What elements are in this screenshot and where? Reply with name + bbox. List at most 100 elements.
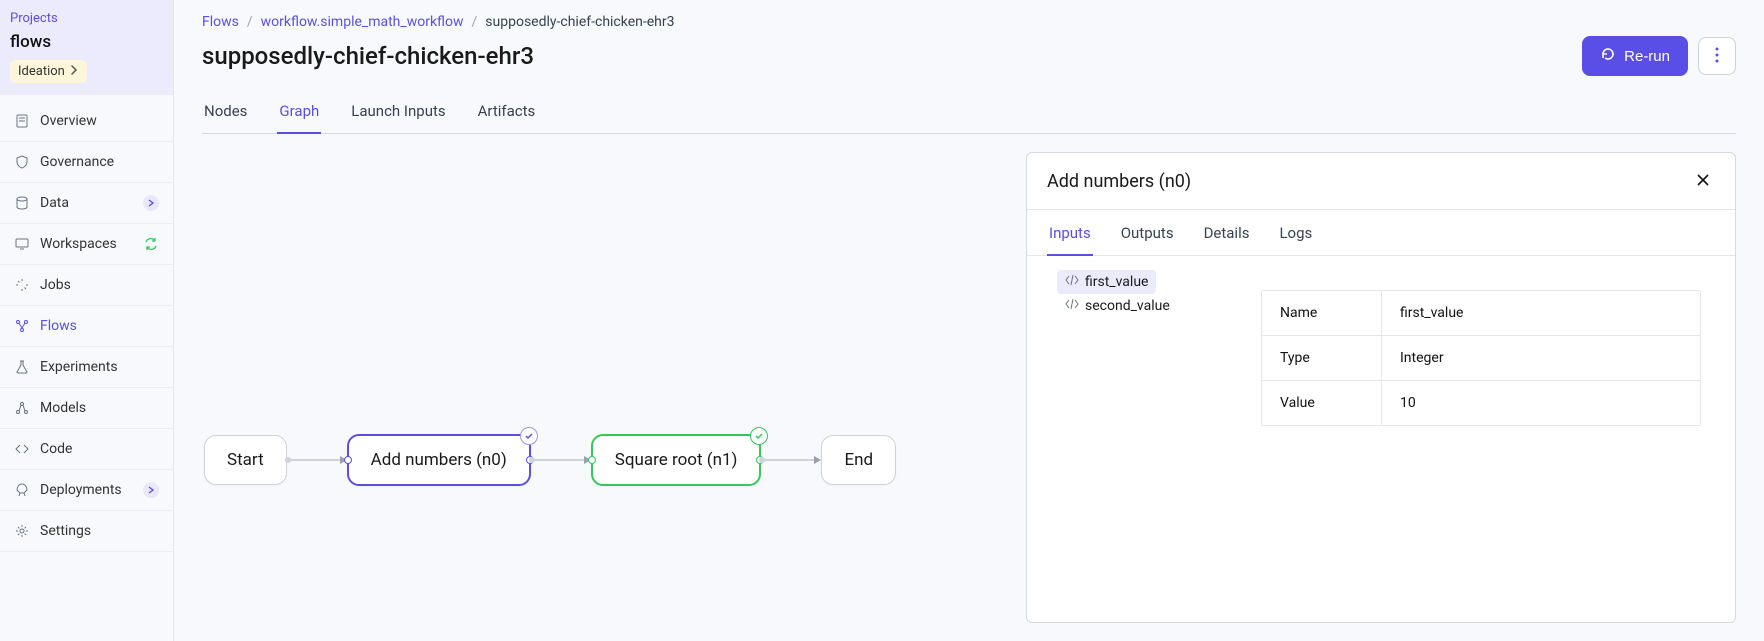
close-button[interactable] xyxy=(1691,169,1715,193)
prop-value: 10 xyxy=(1382,381,1700,425)
panel-tabs: Inputs Outputs Details Logs xyxy=(1027,210,1735,256)
port-in xyxy=(344,456,352,464)
code-icon xyxy=(14,441,30,457)
graph-node-square-root[interactable]: Square root (n1) xyxy=(591,434,762,486)
prop-row-value: Value 10 xyxy=(1262,381,1700,425)
sidebar-item-data[interactable]: Data xyxy=(0,183,173,224)
chevron-right-icon xyxy=(143,482,159,498)
sidebar-item-models[interactable]: Models xyxy=(0,388,173,429)
port-in xyxy=(588,456,596,464)
sidebar: Projects flows Ideation Overview Governa… xyxy=(0,0,174,641)
ideation-label: Ideation xyxy=(18,64,65,79)
prop-row-name: Name first_value xyxy=(1262,291,1700,336)
projects-link[interactable]: Projects xyxy=(10,11,58,26)
kebab-icon xyxy=(1715,47,1719,66)
tab-launch-inputs[interactable]: Launch Inputs xyxy=(349,92,447,133)
flask-icon xyxy=(14,359,30,375)
code-icon xyxy=(1065,298,1079,314)
more-actions-button[interactable] xyxy=(1698,37,1736,75)
panel-tab-details[interactable]: Details xyxy=(1202,210,1252,255)
breadcrumb-flows[interactable]: Flows xyxy=(202,14,239,30)
panel-tab-logs[interactable]: Logs xyxy=(1277,210,1314,255)
ideation-badge[interactable]: Ideation xyxy=(10,60,87,83)
sidebar-item-governance[interactable]: Governance xyxy=(0,142,173,183)
page-title: supposedly-chief-chicken-ehr3 xyxy=(202,42,1582,70)
main: Flows / workflow.simple_math_workflow / … xyxy=(174,0,1764,641)
sidebar-item-label: Overview xyxy=(40,113,159,129)
spinner-icon xyxy=(14,277,30,293)
project-name: flows xyxy=(10,32,163,52)
sidebar-item-label: Code xyxy=(40,441,159,457)
graph-canvas[interactable]: Start Add numbers (n0) Square root (n1) xyxy=(174,134,1026,641)
node-details-panel: Add numbers (n0) Inputs Outputs Details … xyxy=(1026,152,1736,623)
panel-tab-outputs[interactable]: Outputs xyxy=(1119,210,1176,255)
sidebar-item-label: Data xyxy=(40,195,133,211)
sidebar-item-experiments[interactable]: Experiments xyxy=(0,347,173,388)
sidebar-header: Projects flows Ideation xyxy=(0,0,173,95)
graph-node-add-numbers[interactable]: Add numbers (n0) xyxy=(347,434,531,486)
rerun-button[interactable]: Re-run xyxy=(1582,36,1688,76)
tree-item-first-value[interactable]: first_value xyxy=(1057,270,1156,294)
tab-artifacts[interactable]: Artifacts xyxy=(476,92,538,133)
prop-key: Value xyxy=(1262,381,1382,425)
sidebar-item-label: Models xyxy=(40,400,159,416)
sidebar-item-code[interactable]: Code xyxy=(0,429,173,470)
check-icon xyxy=(520,427,538,445)
prop-row-type: Type Integer xyxy=(1262,336,1700,381)
close-icon xyxy=(1695,172,1711,191)
tab-nodes[interactable]: Nodes xyxy=(202,92,249,133)
tree-item-second-value[interactable]: second_value xyxy=(1057,294,1178,318)
graph-edge xyxy=(763,459,819,461)
graph-edge xyxy=(289,459,345,461)
monitor-icon xyxy=(14,236,30,252)
refresh-icon xyxy=(1600,46,1616,66)
prop-key: Type xyxy=(1262,336,1382,380)
code-icon xyxy=(1065,274,1079,290)
shield-icon xyxy=(14,154,30,170)
sidebar-item-jobs[interactable]: Jobs xyxy=(0,265,173,306)
breadcrumb-current: supposedly-chief-chicken-ehr3 xyxy=(485,14,674,30)
sidebar-item-label: Jobs xyxy=(40,277,159,293)
sidebar-item-label: Governance xyxy=(40,154,159,170)
chevron-right-icon xyxy=(69,64,79,79)
properties-table: Name first_value Type Integer Value 10 xyxy=(1261,290,1701,426)
rerun-label: Re-run xyxy=(1624,48,1670,65)
input-tree: first_value second_value xyxy=(1041,270,1241,608)
database-icon xyxy=(14,195,30,211)
sidebar-item-workspaces[interactable]: Workspaces xyxy=(0,224,173,265)
sidebar-item-label: Flows xyxy=(40,318,159,334)
sidebar-item-flows[interactable]: Flows xyxy=(0,306,173,347)
prop-value: first_value xyxy=(1382,291,1700,335)
network-icon xyxy=(14,400,30,416)
tab-graph[interactable]: Graph xyxy=(277,92,321,134)
nav-list: Overview Governance Data Workspaces Jobs xyxy=(0,95,173,552)
breadcrumb: Flows / workflow.simple_math_workflow / … xyxy=(202,14,1736,30)
graph-node-end[interactable]: End xyxy=(821,435,896,485)
breadcrumb-workflow[interactable]: workflow.simple_math_workflow xyxy=(261,14,464,30)
tree-item-label: second_value xyxy=(1085,298,1170,314)
prop-value: Integer xyxy=(1382,336,1700,380)
sidebar-item-label: Experiments xyxy=(40,359,159,375)
graph-edge xyxy=(533,459,589,461)
file-icon xyxy=(14,113,30,129)
sidebar-item-label: Settings xyxy=(40,523,159,539)
node-label: Square root (n1) xyxy=(615,450,738,470)
sidebar-item-deployments[interactable]: Deployments xyxy=(0,470,173,511)
graph-node-start[interactable]: Start xyxy=(204,435,287,485)
gear-icon xyxy=(14,523,30,539)
sidebar-item-label: Deployments xyxy=(40,482,133,498)
breadcrumb-sep: / xyxy=(247,14,253,30)
sidebar-item-settings[interactable]: Settings xyxy=(0,511,173,552)
panel-tab-inputs[interactable]: Inputs xyxy=(1047,210,1093,256)
sync-icon xyxy=(143,236,159,252)
check-icon xyxy=(750,427,768,445)
sidebar-item-overview[interactable]: Overview xyxy=(0,101,173,142)
rocket-icon xyxy=(14,482,30,498)
panel-title: Add numbers (n0) xyxy=(1047,171,1691,192)
breadcrumb-sep: / xyxy=(472,14,478,30)
tree-item-label: first_value xyxy=(1085,274,1148,290)
sidebar-item-label: Workspaces xyxy=(40,236,133,252)
main-tabs: Nodes Graph Launch Inputs Artifacts xyxy=(202,92,1736,134)
chevron-right-icon xyxy=(143,195,159,211)
flows-icon xyxy=(14,318,30,334)
